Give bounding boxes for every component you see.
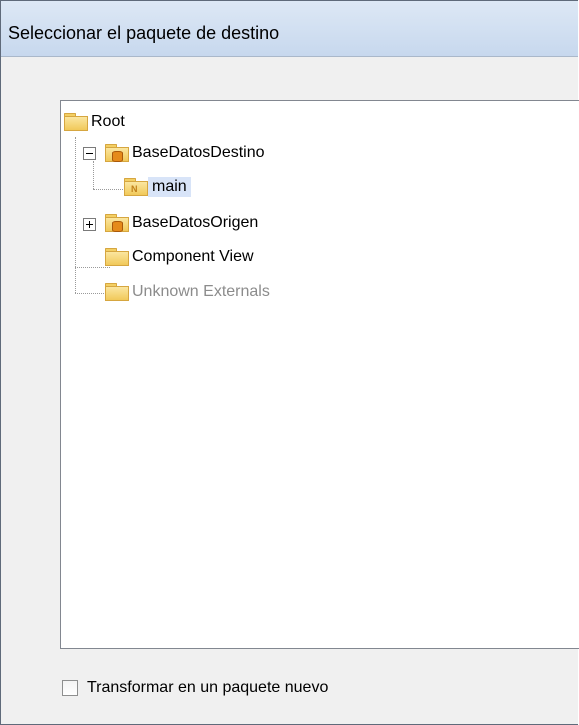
database-package-icon <box>105 144 129 162</box>
tree-node-label: BaseDatosDestino <box>132 144 265 161</box>
tree-node-basedatosorigen[interactable]: BaseDatosOrigen <box>105 210 261 236</box>
tree-node-label: main <box>148 177 191 197</box>
expand-icon[interactable] <box>83 218 96 231</box>
tree-node-component-view[interactable]: Component View <box>105 244 257 270</box>
tree-node-basedatosdestino[interactable]: BaseDatosDestino <box>105 140 268 166</box>
title-bar[interactable]: Seleccionar el paquete de destino <box>1 1 578 57</box>
tree-connector <box>93 161 94 189</box>
transform-checkbox[interactable] <box>62 680 78 696</box>
namespace-package-icon: N <box>124 178 148 196</box>
tree-connector <box>75 137 76 293</box>
tree-node-main[interactable]: N main <box>124 174 191 200</box>
tree-node-label: BaseDatosOrigen <box>132 214 259 231</box>
folder-icon <box>105 283 129 301</box>
tree-node-label: Root <box>91 113 125 130</box>
database-package-icon <box>105 214 129 232</box>
tree-node-unknown-externals[interactable]: Unknown Externals <box>105 279 273 305</box>
tree-node-label: Component View <box>132 248 254 265</box>
transform-option[interactable]: Transformar en un paquete nuevo <box>62 679 328 697</box>
folder-icon <box>64 113 88 131</box>
folder-icon <box>105 248 129 266</box>
collapse-icon[interactable] <box>83 147 96 160</box>
dialog-title: Seleccionar el paquete de destino <box>8 23 280 43</box>
dialog-window: Seleccionar el paquete de destino Root B… <box>0 0 579 725</box>
package-tree[interactable]: Root BaseDatosDestino N main BaseDatosOr… <box>60 100 579 649</box>
tree-node-label: Unknown Externals <box>132 283 270 300</box>
transform-checkbox-label[interactable]: Transformar en un paquete nuevo <box>87 679 328 697</box>
tree-node-root[interactable]: Root <box>64 109 128 135</box>
tree-connector <box>93 189 127 190</box>
